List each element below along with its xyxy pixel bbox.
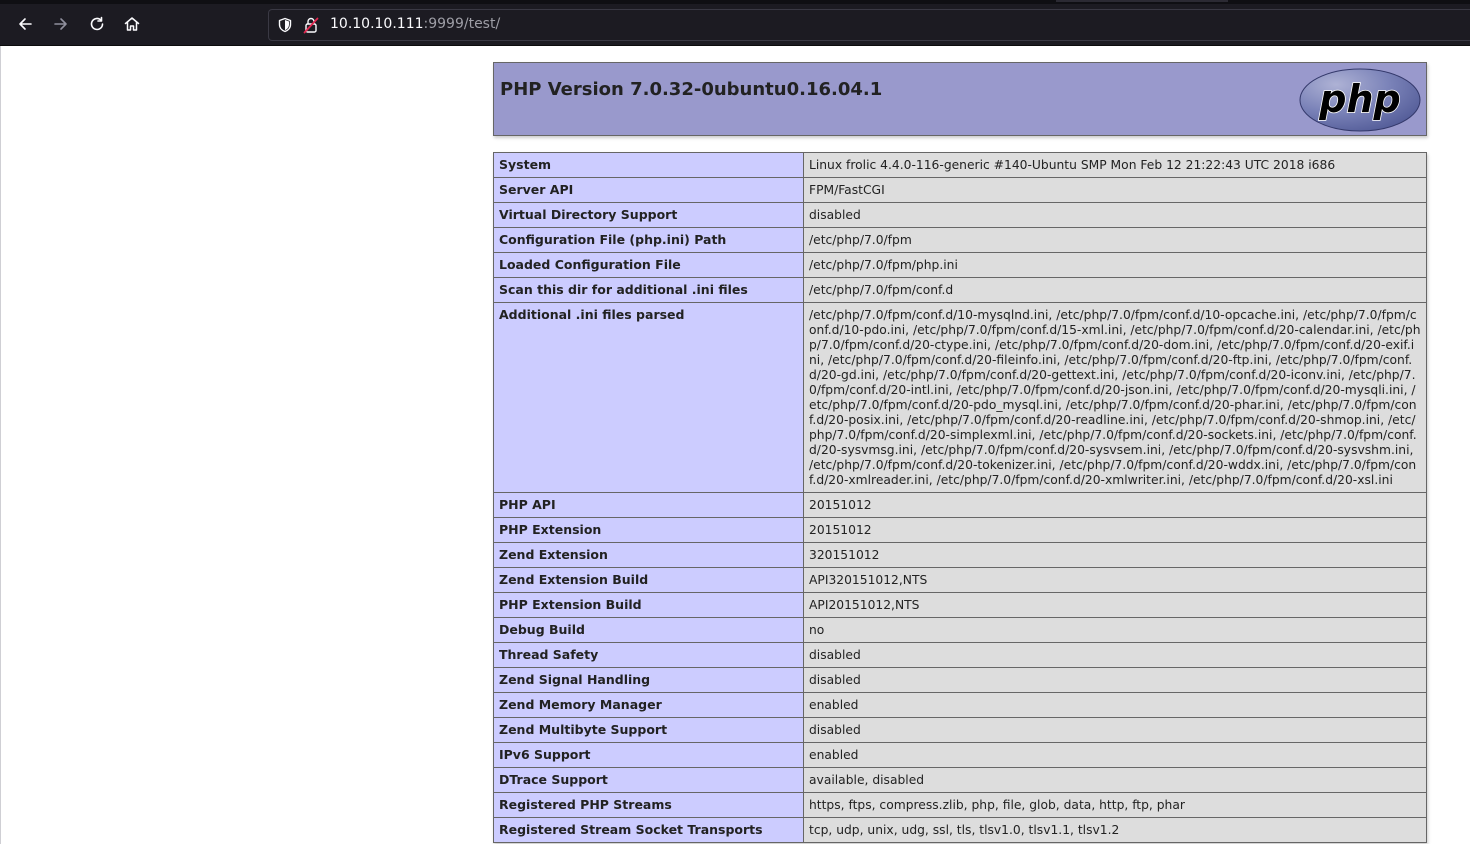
table-row: System Linux frolic 4.4.0-116-generic #14… bbox=[493, 152, 1427, 178]
row-key: IPv6 Support bbox=[493, 742, 804, 768]
table-row: Loaded Configuration File/etc/php/7.0/fp… bbox=[493, 252, 1427, 278]
home-button[interactable] bbox=[119, 11, 145, 37]
row-key: DTrace Support bbox=[493, 767, 804, 793]
row-key: Loaded Configuration File bbox=[493, 252, 804, 278]
row-key: Zend Multibyte Support bbox=[493, 717, 804, 743]
row-value: available, disabled bbox=[803, 767, 1427, 793]
row-key: PHP API bbox=[493, 492, 804, 518]
php-logo-icon[interactable]: php bbox=[1298, 67, 1422, 133]
row-value: /etc/php/7.0/fpm/php.ini bbox=[803, 252, 1427, 278]
table-row: Zend Memory Manager enabled bbox=[493, 692, 1427, 718]
table-row: Zend Signal Handling disabled bbox=[493, 667, 1427, 693]
row-key: Zend Memory Manager bbox=[493, 692, 804, 718]
row-value: disabled bbox=[803, 202, 1427, 228]
arrow-left-icon bbox=[19, 18, 32, 30]
table-row: Configuration File (php.ini) Path/etc/ph… bbox=[493, 227, 1427, 253]
table-row: Zend Extension 320151012 bbox=[493, 542, 1427, 568]
phpinfo-table-body: System Linux frolic 4.4.0-116-generic #14… bbox=[493, 152, 1427, 843]
table-row: Zend Extension Build API320151012,NTS bbox=[493, 567, 1427, 593]
table-row: Scan this dir for additional .ini files /… bbox=[493, 277, 1427, 303]
table-row: Registered Stream Socket Transports tcp, … bbox=[493, 817, 1427, 843]
row-key: Debug Build bbox=[493, 617, 804, 643]
row-value: /etc/php/7.0/fpm/conf.d bbox=[803, 277, 1427, 303]
row-value: disabled bbox=[803, 667, 1427, 693]
row-key: Thread Safety bbox=[493, 642, 804, 668]
row-value: /etc/php/7.0/fpm bbox=[803, 227, 1427, 253]
home-icon bbox=[124, 17, 140, 31]
php-logo-text: php bbox=[1318, 77, 1400, 121]
table-row: PHP Extension 20151012 bbox=[493, 517, 1427, 543]
row-value: 20151012 bbox=[803, 517, 1427, 543]
row-value: API320151012,NTS bbox=[803, 567, 1427, 593]
row-key: Registered PHP Streams bbox=[493, 792, 804, 818]
row-value: tcp, udp, unix, udg, ssl, tls, tlsv1.0, … bbox=[803, 817, 1427, 843]
table-row: Zend Multibyte Support disabled bbox=[493, 717, 1427, 743]
row-key: System bbox=[493, 152, 804, 178]
row-key: Registered Stream Socket Transports bbox=[493, 817, 804, 843]
table-row: Additional .ini files parsed/etc/php/7.0… bbox=[493, 302, 1427, 493]
table-row: PHP API 20151012 bbox=[493, 492, 1427, 518]
row-key: PHP Extension bbox=[493, 517, 804, 543]
row-key: Additional .ini files parsed bbox=[493, 302, 804, 493]
row-key: Virtual Directory Support bbox=[493, 202, 804, 228]
reload-button[interactable] bbox=[84, 11, 110, 37]
row-value: enabled bbox=[803, 742, 1427, 768]
table-row: DTrace Support available, disabled bbox=[493, 767, 1427, 793]
table-row: PHP Extension Build API20151012,NTS bbox=[493, 592, 1427, 618]
row-value: 20151012 bbox=[803, 492, 1427, 518]
row-value: FPM/FastCGI bbox=[803, 177, 1427, 203]
url-text[interactable]: 10.10.10.111:9999/test/ bbox=[330, 16, 500, 32]
arrow-right-icon bbox=[54, 18, 67, 30]
url-bar[interactable]: 10.10.10.111:9999/test/ bbox=[268, 9, 1470, 41]
table-row: Debug Build no bbox=[493, 617, 1427, 643]
table-row: Virtual Directory Support disabled bbox=[493, 202, 1427, 228]
row-key: Scan this dir for additional .ini files bbox=[493, 277, 804, 303]
row-key: Server API bbox=[493, 177, 804, 203]
shield-icon[interactable] bbox=[277, 17, 293, 33]
forward-button[interactable] bbox=[48, 11, 74, 37]
row-value: disabled bbox=[803, 642, 1427, 668]
url-host: 10.10.10.111 bbox=[330, 16, 424, 32]
tab-strip bbox=[0, 0, 1470, 4]
table-row: Thread Safety disabled bbox=[493, 642, 1427, 668]
row-key: Configuration File (php.ini) Path bbox=[493, 227, 804, 253]
phpinfo-header: PHP Version 7.0.32-0ubuntu0.16.04.1 php bbox=[493, 62, 1427, 136]
row-value: enabled bbox=[803, 692, 1427, 718]
row-value: 320151012 bbox=[803, 542, 1427, 568]
row-key: Zend Signal Handling bbox=[493, 667, 804, 693]
row-value: API20151012,NTS bbox=[803, 592, 1427, 618]
phpinfo-content: PHP Version 7.0.32-0ubuntu0.16.04.1 php … bbox=[493, 62, 1427, 843]
row-key: Zend Extension Build bbox=[493, 567, 804, 593]
window-left-edge bbox=[0, 46, 1, 844]
row-value: /etc/php/7.0/fpm/conf.d/10-mysqlnd.ini, … bbox=[803, 302, 1427, 493]
tab-strip-active-hint bbox=[1056, 0, 1228, 2]
url-path: :9999/test/ bbox=[423, 16, 501, 32]
row-key: PHP Extension Build bbox=[493, 592, 804, 618]
row-value: Linux frolic 4.4.0-116-generic #140-Ubun… bbox=[803, 152, 1427, 178]
phpinfo-table: System Linux frolic 4.4.0-116-generic #14… bbox=[493, 152, 1427, 843]
row-key: Zend Extension bbox=[493, 542, 804, 568]
page-title: PHP Version 7.0.32-0ubuntu0.16.04.1 bbox=[500, 79, 883, 100]
table-row: IPv6 Support enabled bbox=[493, 742, 1427, 768]
row-value: no bbox=[803, 617, 1427, 643]
reload-icon bbox=[90, 16, 104, 31]
row-value: https, ftps, compress.zlib, php, file, g… bbox=[803, 792, 1427, 818]
table-row: Server API FPM/FastCGI bbox=[493, 177, 1427, 203]
insecure-lock-icon[interactable] bbox=[303, 16, 319, 34]
table-row: Registered PHP Streams https, ftps, compr… bbox=[493, 792, 1427, 818]
browser-toolbar: 10.10.10.111:9999/test/ bbox=[0, 0, 1470, 46]
back-button[interactable] bbox=[12, 11, 38, 37]
row-value: disabled bbox=[803, 717, 1427, 743]
